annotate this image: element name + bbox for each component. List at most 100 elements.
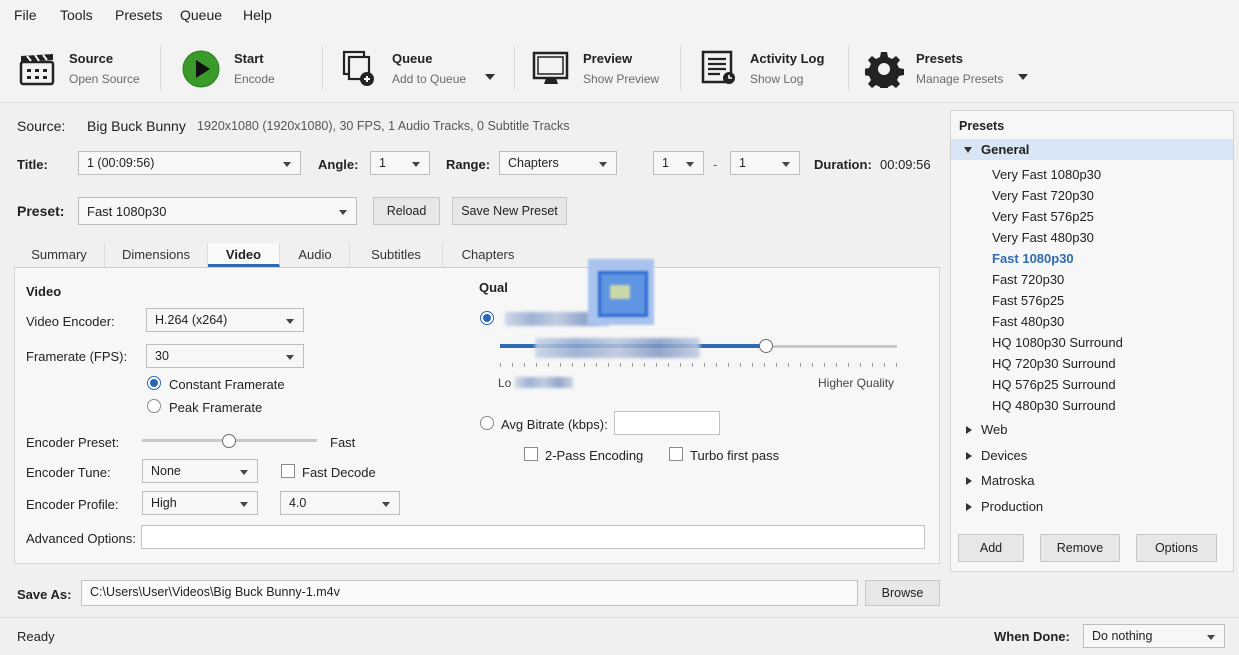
video-encoder-select[interactable]: H.264 (x264) bbox=[146, 308, 304, 332]
constant-framerate-radio[interactable] bbox=[147, 376, 161, 390]
preset-item-label: Very Fast 480p30 bbox=[992, 230, 1094, 245]
add-preset-button[interactable]: Add bbox=[958, 534, 1024, 562]
range-label: Range: bbox=[446, 157, 491, 172]
menu-tools[interactable]: Tools bbox=[60, 7, 93, 23]
presets-title: Presets bbox=[916, 51, 963, 66]
tab-summary[interactable]: Summary bbox=[14, 243, 105, 267]
clapperboard-icon bbox=[19, 54, 55, 86]
activity-log-button[interactable]: Activity Log Show Log bbox=[700, 40, 840, 94]
tab-dimensions[interactable]: Dimensions bbox=[105, 243, 208, 267]
menu-presets[interactable]: Presets bbox=[115, 7, 162, 23]
encoder-tune-select[interactable]: None bbox=[142, 459, 258, 483]
two-pass-label: 2-Pass Encoding bbox=[545, 448, 644, 463]
preset-item[interactable]: Fast 480p30 bbox=[951, 311, 1233, 332]
title-label: Title: bbox=[17, 157, 48, 172]
tab-audio[interactable]: Audio bbox=[281, 243, 350, 267]
source-info: 1920x1080 (1920x1080), 30 FPS, 1 Audio T… bbox=[197, 119, 570, 133]
source-button[interactable]: Source Open Source bbox=[18, 40, 158, 94]
peak-framerate-label: Peak Framerate bbox=[169, 400, 263, 415]
preset-item[interactable]: Fast 1080p30 bbox=[951, 248, 1233, 269]
preset-item[interactable]: Very Fast 576p25 bbox=[951, 206, 1233, 227]
preset-item[interactable]: Very Fast 720p30 bbox=[951, 185, 1233, 206]
when-done-select[interactable]: Do nothing bbox=[1083, 624, 1225, 648]
play-icon bbox=[182, 50, 220, 88]
preset-item-label: HQ 720p30 Surround bbox=[992, 356, 1116, 371]
angle-select[interactable]: 1 bbox=[370, 151, 430, 175]
chevron-down-icon bbox=[1207, 635, 1215, 640]
preview-sub: Show Preview bbox=[583, 72, 660, 86]
preset-item[interactable]: Very Fast 1080p30 bbox=[951, 164, 1233, 185]
tab-chapters[interactable]: Chapters bbox=[443, 243, 533, 267]
preset-group-general[interactable]: General bbox=[951, 139, 1233, 160]
preset-group-devices[interactable]: Devices bbox=[951, 445, 1233, 466]
presets-button[interactable]: Presets Manage Presets bbox=[865, 40, 1035, 94]
chevron-down-icon bbox=[240, 470, 248, 475]
advanced-options-input[interactable] bbox=[141, 525, 925, 549]
preset-item[interactable]: Fast 720p30 bbox=[951, 269, 1233, 290]
toolbar-separator bbox=[680, 46, 681, 90]
queue-button[interactable]: Queue Add to Queue bbox=[340, 40, 500, 94]
fast-decode-checkbox[interactable] bbox=[281, 464, 295, 478]
constant-quality-radio[interactable] bbox=[480, 311, 494, 325]
range-select[interactable]: Chapters bbox=[499, 151, 617, 175]
avg-bitrate-label: Avg Bitrate (kbps): bbox=[501, 417, 608, 432]
start-sub: Encode bbox=[234, 72, 275, 86]
preset-group-label: Web bbox=[981, 422, 1008, 437]
when-done-label: When Done: bbox=[994, 629, 1070, 644]
quality-slider-thumb[interactable] bbox=[758, 339, 773, 353]
queue-dropdown-arrow-icon[interactable] bbox=[485, 74, 495, 80]
preset-group-web[interactable]: Web bbox=[951, 419, 1233, 440]
preset-group-label: Matroska bbox=[981, 473, 1035, 488]
encoder-tune-value: None bbox=[151, 464, 181, 478]
avg-bitrate-input[interactable] bbox=[614, 411, 720, 435]
encoder-profile-select[interactable]: High bbox=[142, 491, 258, 515]
encoder-level-value: 4.0 bbox=[289, 496, 307, 510]
presets-dropdown-arrow-icon[interactable] bbox=[1018, 74, 1028, 80]
menu-queue[interactable]: Queue bbox=[180, 7, 222, 23]
preset-item-label: HQ 480p30 Surround bbox=[992, 398, 1116, 413]
two-pass-checkbox[interactable] bbox=[524, 447, 538, 461]
preset-item[interactable]: Very Fast 480p30 bbox=[951, 227, 1233, 248]
preset-item[interactable]: HQ 576p25 Surround bbox=[951, 374, 1233, 395]
queue-sub: Add to Queue bbox=[392, 72, 467, 86]
turbo-first-pass-checkbox[interactable] bbox=[669, 447, 683, 461]
encoder-level-select[interactable]: 4.0 bbox=[280, 491, 400, 515]
framerate-select[interactable]: 30 bbox=[146, 344, 304, 368]
tab-subtitles[interactable]: Subtitles bbox=[350, 243, 443, 267]
remove-preset-button[interactable]: Remove bbox=[1040, 534, 1120, 562]
preset-group-production[interactable]: Production bbox=[951, 496, 1233, 517]
menu-file[interactable]: File bbox=[14, 7, 37, 23]
constant-framerate-label: Constant Framerate bbox=[169, 377, 285, 392]
save-new-preset-button[interactable]: Save New Preset bbox=[452, 197, 567, 225]
source-label: Source: bbox=[17, 118, 66, 134]
encoder-profile-value: High bbox=[151, 496, 177, 510]
preset-item[interactable]: HQ 1080p30 Surround bbox=[951, 332, 1233, 353]
preset-group-matroska[interactable]: Matroska bbox=[951, 470, 1233, 491]
preset-item-label: Fast 1080p30 bbox=[992, 251, 1074, 266]
save-as-path-input[interactable]: C:\Users\User\Videos\Big Buck Bunny-1.m4… bbox=[81, 580, 858, 606]
advanced-options-label: Advanced Options: bbox=[26, 531, 136, 546]
presets-heading: Presets bbox=[959, 119, 1005, 133]
chevron-down-icon bbox=[782, 162, 790, 167]
monitor-icon bbox=[532, 51, 569, 84]
preview-button[interactable]: Preview Show Preview bbox=[532, 40, 667, 94]
preset-options-button[interactable]: Options bbox=[1136, 534, 1217, 562]
preset-item[interactable]: HQ 720p30 Surround bbox=[951, 353, 1233, 374]
encoder-preset-slider-thumb[interactable] bbox=[222, 434, 236, 448]
angle-label: Angle: bbox=[318, 157, 359, 172]
range-to-select[interactable]: 1 bbox=[730, 151, 800, 175]
tab-video[interactable]: Video bbox=[208, 243, 280, 267]
menu-help[interactable]: Help bbox=[243, 7, 272, 23]
range-from-select[interactable]: 1 bbox=[653, 151, 704, 175]
preset-item[interactable]: Fast 576p25 bbox=[951, 290, 1233, 311]
reload-button[interactable]: Reload bbox=[373, 197, 440, 225]
preset-select[interactable]: Fast 1080p30 bbox=[78, 197, 357, 225]
title-select[interactable]: 1 (00:09:56) bbox=[78, 151, 301, 175]
framerate-label: Framerate (FPS): bbox=[26, 349, 128, 364]
peak-framerate-radio[interactable] bbox=[147, 399, 161, 413]
chevron-down-icon bbox=[412, 162, 420, 167]
browse-button[interactable]: Browse bbox=[865, 580, 940, 606]
start-button[interactable]: Start Encode bbox=[182, 40, 302, 94]
preset-item[interactable]: HQ 480p30 Surround bbox=[951, 395, 1233, 416]
avg-bitrate-radio[interactable] bbox=[480, 416, 494, 430]
